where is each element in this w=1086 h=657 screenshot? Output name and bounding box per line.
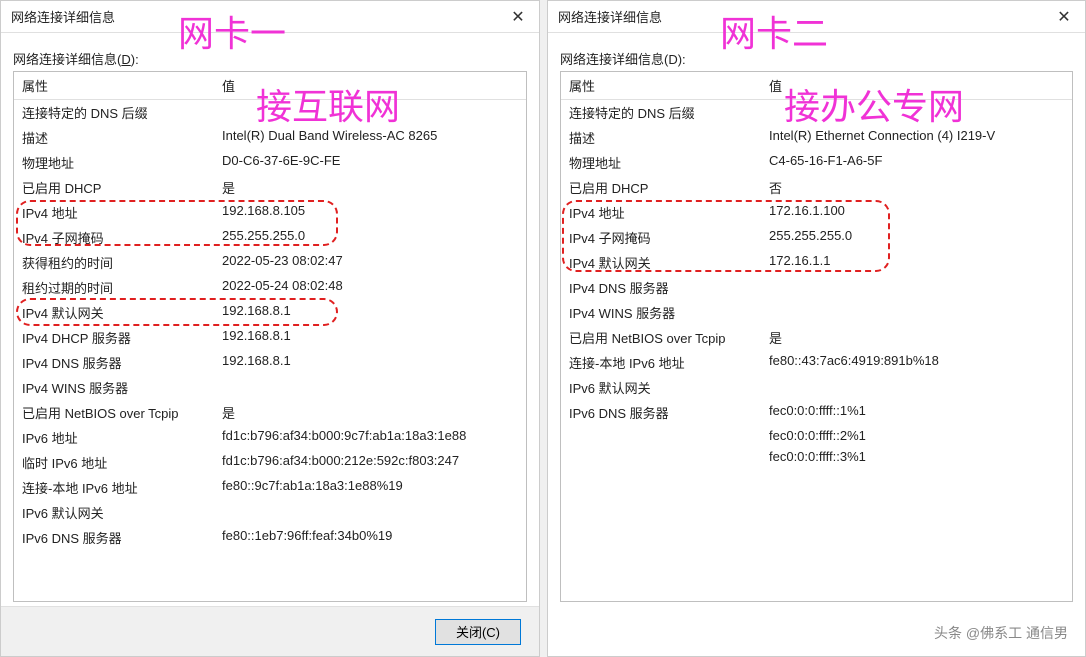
section-label: 网络连接详细信息(D): xyxy=(560,49,1073,68)
value-cell xyxy=(214,100,526,125)
property-cell: 连接特定的 DNS 后缀 xyxy=(14,100,214,125)
dialog-nic2: 网络连接详细信息 ✕ 网络连接详细信息(D): 属性 值 连接特定的 DNS 后… xyxy=(547,0,1086,657)
property-cell: IPv4 默认网关 xyxy=(561,250,761,275)
property-cell: 已启用 DHCP xyxy=(561,175,761,200)
close-icon[interactable]: ✕ xyxy=(1047,3,1081,31)
property-cell: IPv4 DNS 服务器 xyxy=(14,350,214,375)
value-cell xyxy=(761,300,1072,325)
property-cell: IPv6 默认网关 xyxy=(14,500,214,525)
property-cell: IPv4 子网掩码 xyxy=(14,225,214,250)
column-header-value: 值 xyxy=(761,72,1072,100)
property-cell: IPv4 地址 xyxy=(561,200,761,225)
property-cell: IPv4 地址 xyxy=(14,200,214,225)
value-cell: 2022-05-24 08:02:48 xyxy=(214,275,526,300)
property-cell: IPv4 DNS 服务器 xyxy=(561,275,761,300)
property-cell: 已启用 NetBIOS over Tcpip xyxy=(561,325,761,350)
value-cell: 否 xyxy=(761,175,1072,200)
value-cell: fe80::1eb7:96ff:feaf:34b0%19 xyxy=(214,525,526,550)
value-cell: 192.168.8.105 xyxy=(214,200,526,225)
value-cell: 255.255.255.0 xyxy=(761,225,1072,250)
value-cell: 192.168.8.1 xyxy=(214,300,526,325)
value-cell: 192.168.8.1 xyxy=(214,325,526,350)
value-cell: fec0:0:0:ffff::1%1 xyxy=(761,400,1072,425)
value-cell: 255.255.255.0 xyxy=(214,225,526,250)
value-cell: D0-C6-37-6E-9C-FE xyxy=(214,150,526,175)
property-cell xyxy=(561,446,761,467)
value-cell: 是 xyxy=(214,175,526,200)
dialog-footer: 关闭(C) xyxy=(1,606,539,656)
property-cell: IPv6 DNS 服务器 xyxy=(561,400,761,425)
content-area: 网络连接详细信息(D): 属性 值 连接特定的 DNS 后缀描述Intel(R)… xyxy=(560,49,1073,602)
titlebar: 网络连接详细信息 ✕ xyxy=(1,1,539,33)
property-cell: 连接-本地 IPv6 地址 xyxy=(14,475,214,500)
property-cell: 临时 IPv6 地址 xyxy=(14,450,214,475)
value-cell xyxy=(214,375,526,400)
close-icon[interactable]: ✕ xyxy=(501,3,535,31)
property-cell: IPv4 WINS 服务器 xyxy=(14,375,214,400)
value-cell: fec0:0:0:ffff::3%1 xyxy=(761,446,1072,467)
property-cell: 描述 xyxy=(14,125,214,150)
details-table: 属性 值 连接特定的 DNS 后缀描述Intel(R) Dual Band Wi… xyxy=(13,71,527,602)
value-cell: Intel(R) Ethernet Connection (4) I219-V xyxy=(761,125,1072,150)
property-cell: IPv4 DHCP 服务器 xyxy=(14,325,214,350)
value-cell: 2022-05-23 08:02:47 xyxy=(214,250,526,275)
property-cell: 已启用 DHCP xyxy=(14,175,214,200)
value-cell: fec0:0:0:ffff::2%1 xyxy=(761,425,1072,446)
value-cell: 是 xyxy=(214,400,526,425)
dialog-nic1: 网络连接详细信息 ✕ 网络连接详细信息(D): 属性 值 连接特定的 DNS 后… xyxy=(0,0,540,657)
property-cell: 物理地址 xyxy=(14,150,214,175)
property-cell: IPv6 DNS 服务器 xyxy=(14,525,214,550)
value-cell: fd1c:b796:af34:b000:212e:592c:f803:247 xyxy=(214,450,526,475)
value-cell: Intel(R) Dual Band Wireless-AC 8265 xyxy=(214,125,526,150)
property-cell: 租约过期的时间 xyxy=(14,275,214,300)
property-cell: 连接-本地 IPv6 地址 xyxy=(561,350,761,375)
property-cell: IPv6 地址 xyxy=(14,425,214,450)
property-cell: IPv4 WINS 服务器 xyxy=(561,300,761,325)
column-header-property: 属性 xyxy=(561,72,761,100)
property-cell: IPv4 子网掩码 xyxy=(561,225,761,250)
value-cell: 192.168.8.1 xyxy=(214,350,526,375)
window-title: 网络连接详细信息 xyxy=(558,7,1047,26)
value-cell: fe80::9c7f:ab1a:18a3:1e88%19 xyxy=(214,475,526,500)
value-cell: 172.16.1.100 xyxy=(761,200,1072,225)
column-header-property: 属性 xyxy=(14,72,214,100)
titlebar: 网络连接详细信息 ✕ xyxy=(548,1,1085,33)
value-cell: C4-65-16-F1-A6-5F xyxy=(761,150,1072,175)
property-cell: IPv4 默认网关 xyxy=(14,300,214,325)
value-cell: 172.16.1.1 xyxy=(761,250,1072,275)
column-header-value: 值 xyxy=(214,72,526,100)
window-title: 网络连接详细信息 xyxy=(11,7,501,26)
property-cell: 连接特定的 DNS 后缀 xyxy=(561,100,761,125)
property-cell: 已启用 NetBIOS over Tcpip xyxy=(14,400,214,425)
property-cell xyxy=(561,425,761,446)
close-button[interactable]: 关闭(C) xyxy=(435,619,521,645)
property-cell: 描述 xyxy=(561,125,761,150)
details-table: 属性 值 连接特定的 DNS 后缀描述Intel(R) Ethernet Con… xyxy=(560,71,1073,602)
property-cell: 物理地址 xyxy=(561,150,761,175)
section-label: 网络连接详细信息(D): xyxy=(13,49,527,68)
value-cell xyxy=(761,275,1072,300)
content-area: 网络连接详细信息(D): 属性 值 连接特定的 DNS 后缀描述Intel(R)… xyxy=(13,49,527,602)
value-cell xyxy=(761,100,1072,125)
value-cell xyxy=(214,500,526,525)
property-cell: IPv6 默认网关 xyxy=(561,375,761,400)
value-cell: 是 xyxy=(761,325,1072,350)
value-cell: fe80::43:7ac6:4919:891b%18 xyxy=(761,350,1072,375)
value-cell: fd1c:b796:af34:b000:9c7f:ab1a:18a3:1e88 xyxy=(214,425,526,450)
value-cell xyxy=(761,375,1072,400)
property-cell: 获得租约的时间 xyxy=(14,250,214,275)
